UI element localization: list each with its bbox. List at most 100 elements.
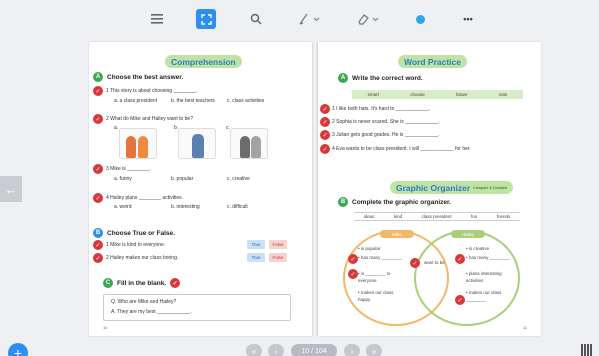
option[interactable]: a. weird xyxy=(114,204,132,210)
venn-right-item: • is creative xyxy=(466,246,490,251)
picture-option-b[interactable] xyxy=(178,128,216,159)
section-a-heading: A Write the correct word. xyxy=(338,73,423,83)
venn-right-item: activities xyxy=(466,278,484,283)
option[interactable]: b. the best teachers xyxy=(171,98,215,104)
word-question-2[interactable]: 2 Sophia is never scared. She is _______… xyxy=(332,119,440,125)
check-icon: ✓ xyxy=(170,278,181,288)
check-icon: ✓ xyxy=(93,240,103,250)
last-page-button[interactable]: » xyxy=(366,344,382,356)
question-3: 3 Mike is ________. xyxy=(106,166,151,172)
page-number: 11 xyxy=(522,325,527,330)
section-badge: A xyxy=(338,73,348,83)
page-counter[interactable]: 10 / 104 xyxy=(291,344,337,356)
section-badge: A xyxy=(93,72,103,82)
option[interactable]: a. funny xyxy=(114,176,132,182)
color-dot-icon[interactable] xyxy=(414,10,426,28)
section-c-heading: C Fill in the blank. ✓ xyxy=(103,278,181,288)
word-question-1[interactable]: 1 I like both hats. It's hard to _______… xyxy=(332,106,431,112)
add-button[interactable]: + xyxy=(8,343,28,356)
word: smart xyxy=(367,92,379,97)
true-false-2: 2 Hailey makes our class boring. xyxy=(106,255,179,261)
check-icon: ✓ xyxy=(320,104,330,114)
next-page-button[interactable]: › xyxy=(344,344,360,356)
venn-left-item[interactable]: • has many ________ xyxy=(358,255,402,260)
venn-left-item: everyone xyxy=(358,278,377,283)
section-badge: B xyxy=(338,197,348,207)
prev-page-arrow-icon[interactable]: ← xyxy=(0,176,22,202)
picture-option-c[interactable] xyxy=(230,128,268,159)
right-page: Word Practice A Write the correct word. … xyxy=(318,42,541,336)
venn-left-item: • makes our class xyxy=(358,290,394,295)
list-icon[interactable] xyxy=(150,10,164,28)
fill-answer[interactable]: A. They are my best ____________. xyxy=(111,309,192,315)
check-icon: ✓ xyxy=(320,117,330,127)
question-4: 4 Hailey plans ________ activities. xyxy=(106,195,183,201)
venn-left-item[interactable]: • is ________ to xyxy=(358,271,390,276)
picture-option-a[interactable] xyxy=(119,128,157,159)
check-icon: ✓ xyxy=(93,86,103,96)
check-icon: ✓ xyxy=(93,253,103,263)
prev-page-button[interactable]: ‹ xyxy=(268,344,284,356)
graphic-organizer-banner: Graphic Organizer Compare & Contrast xyxy=(390,181,514,194)
option[interactable]: c. creative xyxy=(227,176,250,182)
venn-right-item[interactable]: • has many ________ xyxy=(466,255,510,260)
venn-left-item: • is popular xyxy=(358,246,381,251)
word-bank-2: ideas kind class president fun friends xyxy=(354,212,520,221)
check-icon: ✓ xyxy=(455,295,465,305)
pen-icon[interactable] xyxy=(297,10,321,28)
word-question-3[interactable]: 3 Julian gets good grades. He is _______… xyxy=(332,132,440,138)
banner-title: Graphic Organizer xyxy=(396,182,471,193)
false-button[interactable]: False xyxy=(269,240,287,249)
option[interactable]: b. popular xyxy=(171,176,193,182)
check-icon: ✓ xyxy=(320,130,330,140)
question-2: 2 What do Mike and Hailey want to be? xyxy=(106,116,193,122)
banner-subtitle: Compare & Contrast xyxy=(473,185,508,190)
thumbnails-icon[interactable] xyxy=(581,344,593,356)
word: vote xyxy=(498,92,508,97)
word-practice-banner: Word Practice xyxy=(398,55,468,68)
option[interactable]: c. class activities xyxy=(227,98,264,104)
true-button[interactable]: True xyxy=(247,253,265,262)
toolbar: ••• xyxy=(0,0,599,38)
section-b-heading: B Choose True or False. xyxy=(93,228,175,238)
section-title: Choose True or False. xyxy=(107,229,175,237)
option[interactable]: a. xyxy=(114,125,118,131)
venn-left-heading: Mike xyxy=(380,230,414,238)
true-button[interactable]: True xyxy=(247,240,265,249)
false-button[interactable]: False xyxy=(269,253,287,262)
fullscreen-icon[interactable] xyxy=(196,9,216,29)
section-badge: B xyxy=(93,228,103,238)
venn-right-item[interactable]: ________ xyxy=(466,297,486,302)
check-icon: ✓ xyxy=(455,254,465,264)
fill-question: Q. Who are Mike and Hailey? xyxy=(111,299,177,305)
section-title: Fill in the blank. xyxy=(117,279,167,287)
true-false-1: 1 Mike is kind to everyone. xyxy=(106,242,166,248)
venn-right-item: • plans interesting xyxy=(466,271,502,276)
zoom-icon[interactable] xyxy=(249,10,263,28)
check-icon: ✓ xyxy=(93,164,103,174)
option[interactable]: c. difficult xyxy=(227,204,248,210)
page-number: 10 xyxy=(103,325,108,330)
section-badge: C xyxy=(103,278,113,288)
check-icon: ✓ xyxy=(320,144,330,154)
word: fun xyxy=(471,214,478,219)
venn-left-item: happy xyxy=(358,297,371,302)
first-page-button[interactable]: « xyxy=(246,344,262,356)
option[interactable]: b. interesting xyxy=(171,204,200,210)
section-b-heading: B Complete the graphic organizer. xyxy=(338,197,451,207)
eraser-icon[interactable] xyxy=(356,10,380,28)
venn-center-item: want to be xyxy=(424,260,445,265)
check-icon: ✓ xyxy=(348,254,358,264)
word-question-4[interactable]: 4 Eva wants to be class president. I wil… xyxy=(332,146,471,152)
venn-right-item: • makes our class xyxy=(466,290,502,295)
check-icon: ✓ xyxy=(410,258,420,268)
option[interactable]: a. a class president xyxy=(114,98,157,104)
section-title: Choose the best answer. xyxy=(107,73,184,81)
word: choose xyxy=(410,92,425,97)
check-icon: ✓ xyxy=(348,269,358,279)
word: ideas xyxy=(363,214,375,219)
more-icon[interactable]: ••• xyxy=(459,10,477,28)
word: friends xyxy=(496,214,511,219)
section-a-heading: A Choose the best answer. xyxy=(93,72,183,82)
word: kind xyxy=(393,214,403,219)
